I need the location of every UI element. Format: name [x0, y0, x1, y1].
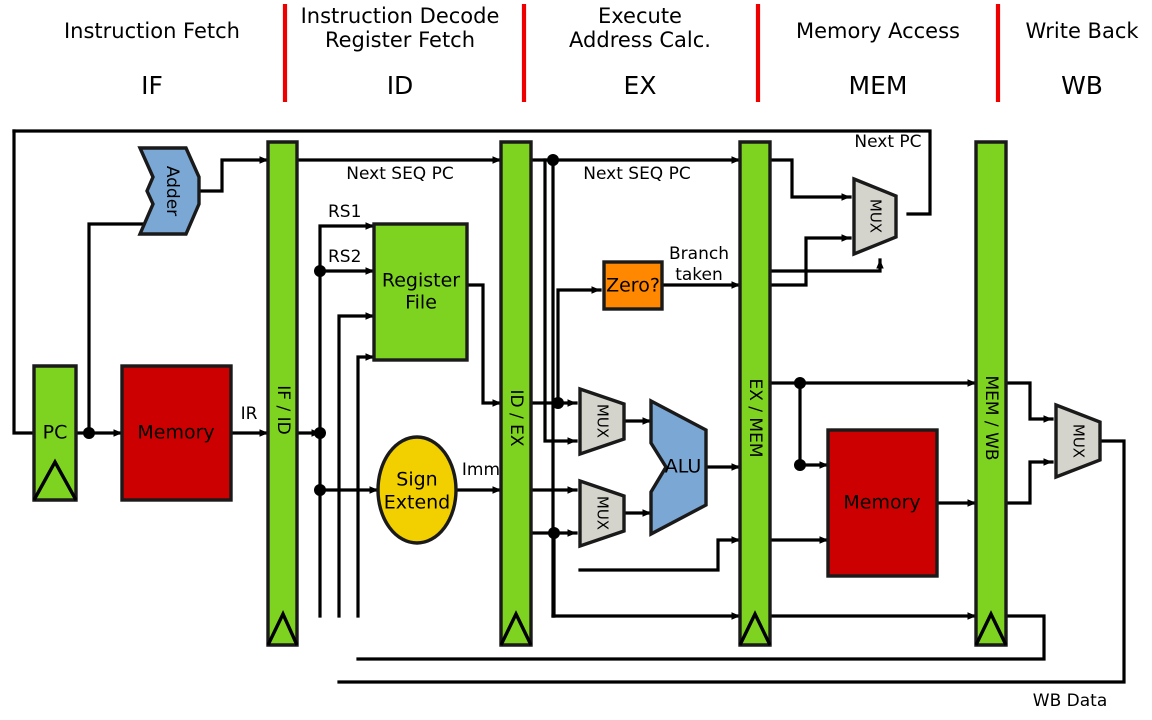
pipeline-diagram-canvas: Instruction Fetch IF Instruction Decode …	[0, 0, 1152, 720]
wire-label-ir: IR	[241, 404, 258, 424]
block-label-register-file-line1: Register	[382, 270, 460, 292]
pipeline-register-mem-wb[interactable]: MEM / WB	[974, 140, 1008, 647]
block-label-sign-extend-line1: Sign	[396, 469, 437, 491]
pipeline-register-label-id-ex: ID / EX	[506, 389, 526, 446]
wire-label-next-pc: Next PC	[854, 132, 921, 152]
wire-label-branch-taken-line1: Branch	[669, 244, 729, 264]
block-pc[interactable]: PC	[32, 364, 78, 502]
stage-title-ex-line2: Address Calc.	[569, 28, 711, 52]
pipeline-register-label-ex-mem: EX / MEM	[745, 379, 765, 458]
block-label-zero: Zero?	[606, 275, 660, 297]
mux-label-alu-a: MUX	[594, 404, 612, 438]
block-instruction-memory[interactable]: Memory	[120, 364, 233, 502]
pipeline-register-id-ex[interactable]: ID / EX	[499, 140, 533, 647]
stage-abbr-wb: WB	[1061, 71, 1103, 100]
stage-abbr-id: ID	[387, 71, 414, 100]
stage-abbr-mem: MEM	[849, 71, 908, 100]
wire-label-imm: Imm	[462, 460, 500, 480]
block-label-instruction-memory: Memory	[137, 422, 214, 444]
pipeline-register-label-mem-wb: MEM / WB	[981, 375, 1001, 460]
wire-label-next-seq-pc-if: Next SEQ PC	[346, 164, 453, 184]
stage-title-ex-line1: Execute	[598, 4, 682, 28]
stage-title-if-line1: Instruction Fetch	[64, 19, 240, 43]
block-label-data-memory: Memory	[843, 492, 920, 514]
block-adder[interactable]: Adder	[137, 146, 201, 236]
wire-label-next-seq-pc-id: Next SEQ PC	[583, 164, 690, 184]
stage-title-id-line1: Instruction Decode	[301, 4, 500, 28]
mux-label-next-pc: MUX	[867, 199, 885, 233]
wire-label-branch-taken-line2: taken	[675, 265, 723, 285]
block-label-pc: PC	[43, 422, 68, 444]
stage-abbr-if: IF	[141, 71, 163, 100]
stage-title-mem-line1: Memory Access	[796, 19, 960, 43]
block-data-memory[interactable]: Memory	[826, 428, 939, 578]
pipeline-register-label-if-id: IF / ID	[273, 385, 293, 434]
mips-pipeline-datapath-svg: Instruction Fetch IF Instruction Decode …	[0, 0, 1152, 720]
pipeline-register-if-id[interactable]: IF / ID	[266, 140, 299, 647]
block-label-alu: ALU	[665, 456, 702, 478]
stage-title-id-line2: Register Fetch	[325, 28, 475, 52]
block-sign-extend[interactable]: Sign Extend	[376, 435, 458, 545]
block-register-file[interactable]: Register File	[372, 222, 469, 362]
mux-label-wb: MUX	[1070, 424, 1088, 458]
wire-label-wb-data: WB Data	[1033, 691, 1107, 711]
block-label-register-file-line2: File	[405, 292, 437, 314]
pipeline-register-ex-mem[interactable]: EX / MEM	[738, 140, 772, 647]
stage-abbr-ex: EX	[624, 71, 657, 100]
wire-label-rs2: RS2	[328, 247, 361, 267]
block-label-adder: Adder	[162, 166, 182, 216]
block-label-sign-extend-line2: Extend	[384, 492, 451, 514]
mux-label-alu-b: MUX	[594, 496, 612, 530]
wire-label-rs1: RS1	[328, 202, 361, 222]
block-zero[interactable]: Zero?	[602, 260, 664, 311]
stage-title-wb-line1: Write Back	[1025, 19, 1139, 43]
